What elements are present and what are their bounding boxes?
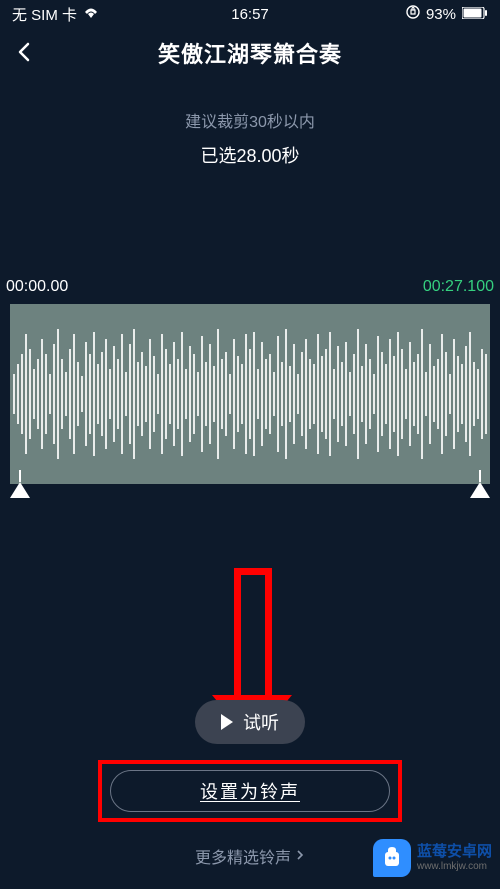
selected-duration: 已选28.00秒 xyxy=(0,142,500,168)
back-button[interactable] xyxy=(14,41,38,65)
watermark-url: www.lmkjw.com xyxy=(417,861,492,872)
battery-pct: 93% xyxy=(426,6,456,23)
set-ringtone-button[interactable]: 设置为铃声 xyxy=(110,770,390,812)
preview-button[interactable]: 试听 xyxy=(195,700,305,744)
annotation-highlight-box: 设置为铃声 xyxy=(98,760,402,822)
time-end: 00:27.100 xyxy=(423,278,494,296)
sim-status: 无 SIM 卡 xyxy=(12,4,77,25)
watermark-badge-icon xyxy=(373,839,411,877)
crop-handle-right[interactable] xyxy=(466,470,494,510)
crop-hint: 建议裁剪30秒以内 xyxy=(0,108,500,132)
time-start: 00:00.00 xyxy=(6,278,68,296)
chevron-right-icon xyxy=(295,847,305,865)
preview-label: 试听 xyxy=(243,709,279,735)
page-title: 笑傲江湖琴箫合奏 xyxy=(158,37,342,69)
watermark: 蓝莓安卓网 www.lmkjw.com xyxy=(373,839,492,877)
orientation-lock-icon xyxy=(406,5,420,23)
battery-icon xyxy=(462,6,488,23)
waveform-display[interactable] xyxy=(10,304,490,484)
status-time: 16:57 xyxy=(231,6,269,23)
set-ringtone-label: 设置为铃声 xyxy=(200,778,300,804)
wifi-icon xyxy=(83,6,99,23)
status-bar: 无 SIM 卡 16:57 93% xyxy=(0,0,500,28)
more-ringtones-link[interactable]: 更多精选铃声 xyxy=(195,844,305,868)
watermark-name: 蓝莓安卓网 xyxy=(417,844,492,861)
more-ringtones-label: 更多精选铃声 xyxy=(195,844,291,868)
crop-handle-left[interactable] xyxy=(6,470,34,510)
nav-bar: 笑傲江湖琴箫合奏 xyxy=(0,28,500,78)
play-icon xyxy=(221,714,233,730)
